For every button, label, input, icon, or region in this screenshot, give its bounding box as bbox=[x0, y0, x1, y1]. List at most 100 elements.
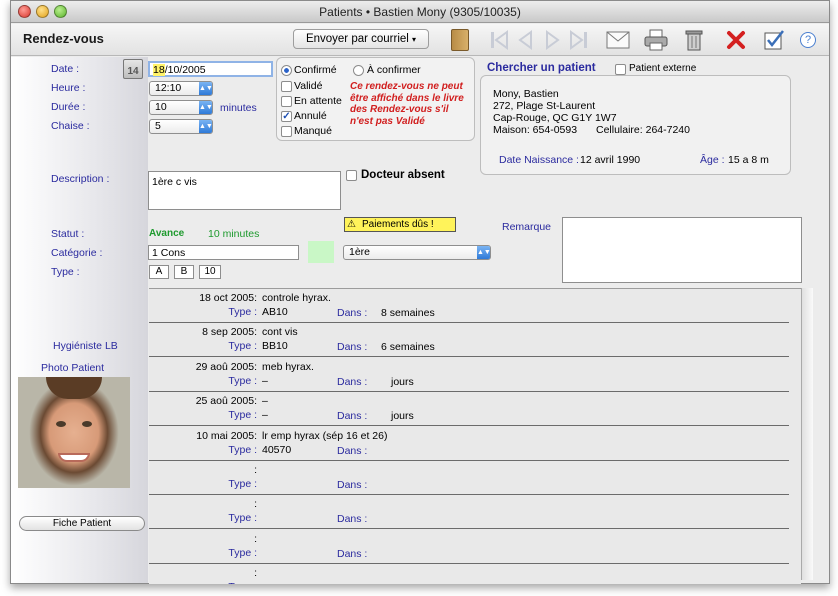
en-attente-checkbox[interactable] bbox=[281, 96, 292, 107]
history-row[interactable]: 8 sep 2005: cont vis Type : BB10 Dans : 6 sem… bbox=[149, 323, 789, 358]
type-segment-a[interactable]: A bbox=[149, 265, 169, 279]
history-type-value: – bbox=[262, 374, 268, 387]
history-type-value: AB10 bbox=[262, 306, 288, 318]
heure-popup[interactable]: 12:10 ▲▼ bbox=[149, 81, 213, 96]
last-record-icon[interactable] bbox=[565, 27, 591, 53]
first-record-icon[interactable] bbox=[487, 27, 513, 53]
history-type-label: Type : bbox=[228, 512, 257, 525]
type-segment-b[interactable]: B bbox=[174, 265, 194, 279]
history-date: : bbox=[254, 567, 257, 580]
history-type-label: Type : bbox=[228, 546, 257, 559]
patient-phone-cell: Cellulaire: 264-7240 bbox=[596, 124, 690, 136]
stepper-icon: ▲▼ bbox=[477, 246, 491, 259]
history-row[interactable]: 25 aoû 2005: – Type : – Dans : jours bbox=[149, 392, 789, 427]
history-note: lr emp hyrax (sép 16 et 26) bbox=[262, 429, 388, 442]
validate-checklist-icon[interactable] bbox=[761, 27, 787, 53]
valide-checkbox[interactable] bbox=[281, 81, 292, 92]
send-email-label: Envoyer par courriel bbox=[305, 33, 409, 45]
a-confirmer-radio[interactable] bbox=[353, 65, 364, 76]
manque-label: Manqué bbox=[294, 125, 332, 137]
chaise-label: Chaise : bbox=[51, 120, 90, 132]
patient-externe-checkbox[interactable] bbox=[615, 64, 626, 75]
window-title: Patients • Bastien Mony (9305/10035) bbox=[319, 5, 521, 19]
notebook-icon[interactable] bbox=[447, 27, 473, 53]
next-record-icon[interactable] bbox=[539, 27, 565, 53]
history-scrollbar[interactable] bbox=[801, 288, 813, 580]
trash-icon[interactable] bbox=[681, 27, 707, 53]
history-dans-label: Dans : bbox=[337, 513, 368, 526]
history-row[interactable]: 10 mai 2005: lr emp hyrax (sép 16 et 26) T… bbox=[149, 427, 789, 461]
annule-label: Annulé bbox=[294, 110, 327, 122]
patient-address1: 272, Plage St-Laurent bbox=[493, 100, 596, 112]
statut-value: Avance bbox=[149, 228, 185, 239]
history-row[interactable]: 18 oct 2005: controle hyrax. Type : AB10 Dan… bbox=[149, 289, 789, 323]
a-confirmer-label: À confirmer bbox=[367, 64, 421, 76]
history-dans-value: 8 semaines bbox=[381, 307, 435, 319]
patient-name: Mony, Bastien bbox=[493, 88, 559, 100]
printer-icon[interactable] bbox=[643, 27, 669, 53]
confirme-radio[interactable] bbox=[281, 65, 292, 76]
history-note: – bbox=[262, 395, 268, 408]
help-icon[interactable]: ? bbox=[795, 27, 821, 53]
calendar-day: 14 bbox=[127, 66, 139, 77]
fiche-patient-button[interactable]: Fiche Patient bbox=[19, 516, 145, 531]
history-row[interactable]: :Type :Dans : bbox=[149, 495, 789, 530]
patient-address2: Cap-Rouge, QC G1Y 1W7 bbox=[493, 112, 617, 124]
history-type-label: Type : bbox=[228, 581, 257, 584]
cancel-x-icon[interactable] bbox=[723, 27, 749, 53]
date-input[interactable]: 18/10/2005 bbox=[148, 61, 273, 77]
chaise-value: 5 bbox=[155, 120, 161, 132]
valide-label: Validé bbox=[294, 80, 323, 92]
previous-record-icon[interactable] bbox=[513, 27, 539, 53]
annule-checkbox[interactable]: ✓ bbox=[281, 111, 292, 122]
history-date: 10 mai 2005: bbox=[196, 429, 257, 442]
history-type-label: Type : bbox=[228, 374, 257, 387]
history-date: : bbox=[254, 532, 257, 545]
categorie-popup[interactable]: 1ère ▲▼ bbox=[343, 245, 491, 260]
history-row[interactable]: :Type :Dans : bbox=[149, 461, 789, 495]
toolbar: Rendez-vous Envoyer par courriel ▾ ? bbox=[11, 24, 829, 56]
calendar-icon[interactable]: 14 bbox=[123, 59, 143, 79]
date-label: Date : bbox=[51, 63, 80, 75]
history-dans-label: Dans : bbox=[337, 444, 368, 457]
history-dans-value: 6 semaines bbox=[381, 341, 435, 354]
age-label: Âge : bbox=[700, 154, 725, 166]
duree-value: 10 bbox=[155, 101, 167, 113]
section-title: Rendez-vous bbox=[23, 31, 104, 46]
history-type-label: Type : bbox=[228, 340, 257, 353]
type-label: Type : bbox=[51, 266, 80, 278]
chaise-popup[interactable]: 5 ▲▼ bbox=[149, 119, 213, 134]
history-row[interactable]: :Type :Dans : bbox=[149, 530, 789, 564]
duree-popup[interactable]: 10 ▲▼ bbox=[149, 100, 213, 115]
categorie-input[interactable]: 1 Cons bbox=[148, 245, 299, 260]
history-row[interactable]: :Type :Dans : bbox=[149, 564, 789, 584]
age-value: 15 a 8 m bbox=[728, 154, 769, 166]
history-type-label: Type : bbox=[228, 443, 257, 456]
docteur-absent-checkbox[interactable] bbox=[346, 170, 357, 181]
paiements-dus-alert[interactable]: ⚠ Paiements dûs ! bbox=[344, 217, 456, 232]
patients-window: Patients • Bastien Mony (9305/10035) Ren… bbox=[10, 0, 830, 584]
send-email-popup[interactable]: Envoyer par courriel ▾ bbox=[293, 29, 429, 49]
history-date: 18 oct 2005: bbox=[199, 292, 257, 304]
description-input[interactable]: 1ère c vis bbox=[148, 171, 341, 210]
chevron-down-icon: ▾ bbox=[412, 35, 417, 44]
stepper-icon: ▲▼ bbox=[199, 82, 213, 95]
history-note: cont vis bbox=[262, 326, 298, 339]
hygieniste-label: Hygiéniste LB bbox=[53, 340, 118, 352]
duree-unit: minutes bbox=[220, 102, 257, 114]
patient-externe-label: Patient externe bbox=[629, 63, 697, 74]
search-patient-link[interactable]: Chercher un patient bbox=[487, 62, 596, 74]
history-type-value: – bbox=[262, 409, 268, 422]
en-attente-label: En attente bbox=[294, 95, 342, 107]
warning-icon: ⚠ bbox=[347, 219, 356, 230]
history-type-value: 40570 bbox=[262, 443, 292, 456]
history-row[interactable]: 29 aoû 2005: meb hyrax. Type : – Dans : jours bbox=[149, 358, 789, 392]
envelope-icon[interactable] bbox=[605, 27, 631, 53]
naissance-label: Date Naissance : bbox=[499, 154, 579, 166]
type-segment-10[interactable]: 10 bbox=[199, 265, 221, 279]
history-type-value: BB10 bbox=[262, 340, 288, 353]
history-note: meb hyrax. bbox=[262, 360, 314, 373]
manque-checkbox[interactable] bbox=[281, 126, 292, 137]
remarque-input[interactable] bbox=[562, 217, 802, 283]
history-dans-label: Dans : bbox=[337, 307, 368, 319]
